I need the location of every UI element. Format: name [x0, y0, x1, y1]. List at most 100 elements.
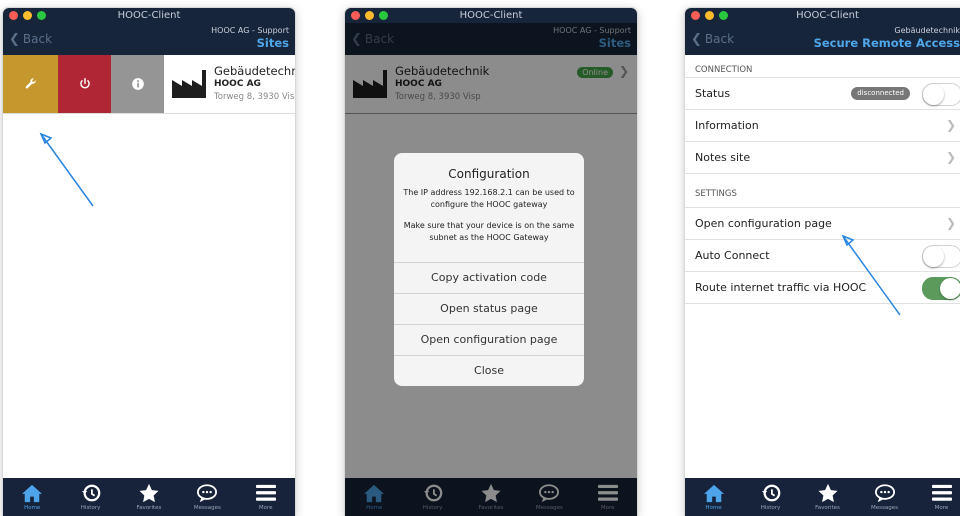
- history-icon: [81, 484, 100, 502]
- zoom-window-button[interactable]: [37, 11, 46, 20]
- tab-bar: Home History Favorites Messages More: [685, 478, 960, 516]
- information-label: Information: [695, 119, 759, 132]
- auto-connect-toggle[interactable]: [922, 245, 960, 268]
- back-button[interactable]: ❮ Back: [9, 32, 52, 47]
- status-row: Status disconnected: [685, 78, 960, 110]
- minimize-window-button[interactable]: [23, 11, 32, 20]
- route-traffic-row: Route internet traffic via HOOC: [685, 272, 960, 304]
- tab-history[interactable]: History: [66, 483, 116, 511]
- information-row[interactable]: Information ❯: [685, 110, 960, 142]
- tab-home[interactable]: Home: [7, 483, 57, 511]
- menu-icon: [931, 484, 952, 501]
- title-bar: HOOC-Client: [685, 8, 960, 23]
- site-row-swiped[interactable]: Gebäudetechnik HOOC AG Torweg 8, 3930 Vi…: [3, 55, 295, 114]
- zoom-window-button[interactable]: [719, 11, 728, 20]
- chat-icon: [874, 484, 895, 503]
- close-window-button[interactable]: [351, 11, 360, 20]
- app-window-sites-swipe: HOOC-Client ❮ Back HOOC AG - Support Site…: [3, 8, 295, 516]
- tab-bar: Home History Favorites Messages More: [3, 478, 295, 516]
- site-address: Torweg 8, 3930 Visp: [214, 91, 295, 102]
- tab-more[interactable]: More: [241, 483, 291, 511]
- info-icon: [131, 78, 144, 90]
- tab-label: Favorites: [136, 505, 162, 511]
- auto-connect-label: Auto Connect: [695, 249, 770, 262]
- title-bar: HOOC-Client: [345, 8, 637, 23]
- back-label: Back: [704, 32, 735, 46]
- chat-icon: [197, 484, 218, 503]
- chevron-right-icon: ❯: [945, 150, 956, 164]
- window-controls: [9, 11, 46, 20]
- tab-favorites[interactable]: Favorites: [803, 483, 853, 511]
- power-icon: [79, 78, 90, 89]
- chevron-left-icon: ❮: [9, 32, 20, 47]
- section-header-settings: SETTINGS: [695, 189, 737, 199]
- back-button[interactable]: ❮ Back: [691, 32, 734, 47]
- open-configuration-page-button[interactable]: Open configuration page: [394, 324, 584, 355]
- nav-bar: ❮ Back Gebäudetechnik Secure Remote Acces…: [685, 23, 960, 55]
- status-label: Status: [695, 87, 731, 100]
- window-controls: [351, 11, 388, 20]
- nav-subtitle: Gebäudetechnik: [894, 26, 960, 35]
- section-header-connection: CONNECTION: [695, 65, 753, 75]
- notes-site-label: Notes site: [695, 151, 751, 164]
- remote-access-settings: CONNECTION Status disconnected Informati…: [685, 55, 960, 478]
- home-icon: [703, 484, 724, 503]
- toggle-knob: [940, 278, 960, 299]
- title-bar: HOOC-Client: [3, 8, 295, 23]
- dialog-buttons: Copy activation code Open status page Op…: [394, 262, 584, 386]
- tab-label: Home: [24, 505, 41, 511]
- zoom-window-button[interactable]: [379, 11, 388, 20]
- site-info[interactable]: Gebäudetechnik HOOC AG Torweg 8, 3930 Vi…: [164, 55, 295, 113]
- window-controls: [691, 11, 728, 20]
- route-traffic-label: Route internet traffic via HOOC: [695, 281, 867, 294]
- minimize-window-button[interactable]: [705, 11, 714, 20]
- tab-label: Messages: [871, 505, 898, 511]
- nav-subtitle: HOOC AG - Support: [211, 26, 289, 35]
- info-button[interactable]: [111, 55, 164, 113]
- tab-label: Home: [705, 505, 722, 511]
- connect-toggle[interactable]: [922, 83, 960, 106]
- tab-label: History: [760, 505, 781, 511]
- menu-icon: [255, 484, 276, 501]
- open-configuration-page-row[interactable]: Open configuration page ❯: [685, 208, 960, 240]
- nav-title: Gebäudetechnik Secure Remote Access: [814, 26, 960, 50]
- app-window-remote-access: HOOC-Client ❮ Back Gebäudetechnik Secure …: [685, 8, 960, 516]
- configuration-dialog: Configuration The IP address 192.168.2.1…: [394, 153, 584, 386]
- wrench-icon: [25, 78, 36, 89]
- close-window-button[interactable]: [691, 11, 700, 20]
- status-badge: disconnected: [851, 87, 910, 100]
- star-icon: [817, 483, 838, 503]
- nav-bar: ❮ Back HOOC AG - Support Sites: [3, 23, 295, 55]
- site-company: HOOC AG: [214, 78, 261, 89]
- tab-messages[interactable]: Messages: [860, 483, 910, 511]
- route-traffic-toggle[interactable]: [922, 277, 960, 300]
- tab-home[interactable]: Home: [689, 483, 739, 511]
- dialog-message-subnet: Make sure that your device is on the sam…: [403, 221, 575, 242]
- nav-main-title: Sites: [256, 36, 289, 50]
- close-button[interactable]: Close: [394, 355, 584, 386]
- toggle-knob: [923, 84, 944, 105]
- app-window-config-dialog: HOOC-Client ❮ Back HOOC AG - Support Site…: [345, 8, 637, 516]
- window-title: HOOC-Client: [117, 10, 181, 21]
- tab-favorites[interactable]: Favorites: [124, 483, 174, 511]
- open-config-label: Open configuration page: [695, 217, 832, 230]
- configure-button[interactable]: [3, 55, 58, 113]
- tab-history[interactable]: History: [746, 483, 796, 511]
- copy-activation-code-button[interactable]: Copy activation code: [394, 262, 584, 293]
- home-icon: [22, 484, 43, 503]
- tab-messages[interactable]: Messages: [182, 483, 232, 511]
- tab-more[interactable]: More: [917, 483, 960, 511]
- tab-label: Messages: [193, 505, 221, 511]
- chevron-right-icon: ❯: [945, 216, 956, 230]
- notes-site-row[interactable]: Notes site ❯: [685, 142, 960, 174]
- star-icon: [139, 483, 159, 503]
- toggle-knob: [923, 246, 944, 267]
- open-status-page-button[interactable]: Open status page: [394, 293, 584, 324]
- minimize-window-button[interactable]: [365, 11, 374, 20]
- window-title: HOOC-Client: [459, 10, 523, 21]
- close-window-button[interactable]: [9, 11, 18, 20]
- power-button[interactable]: [58, 55, 111, 113]
- window-title: HOOC-Client: [796, 10, 859, 21]
- sites-list: Gebäudetechnik HOOC AG Torweg 8, 3930 Vi…: [3, 55, 295, 478]
- chevron-right-icon: ❯: [945, 118, 956, 132]
